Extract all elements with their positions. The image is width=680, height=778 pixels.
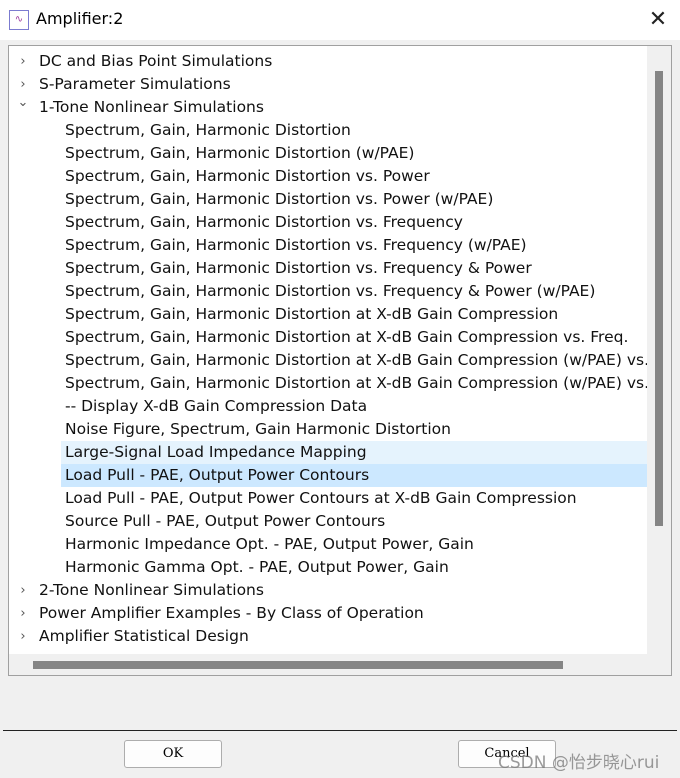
tree-viewport: › DC and Bias Point Simulations › S-Paramet…: [9, 46, 647, 654]
tree-item-label: Amplifier Statistical Design: [39, 627, 249, 645]
tree-item[interactable]: Spectrum, Gain, Harmonic Distortion vs. …: [61, 165, 647, 188]
tree-item-label: Source Pull - PAE, Output Power Contours: [65, 512, 386, 530]
tree-item-label: S-Parameter Simulations: [39, 75, 231, 93]
title-bar: ∿ Amplifier:2 ✕: [0, 0, 680, 40]
chevron-right-icon[interactable]: ›: [17, 579, 29, 602]
tree-item[interactable]: -- Display X-dB Gain Compression Data: [61, 395, 647, 418]
tree-item-label: Spectrum, Gain, Harmonic Distortion vs. …: [65, 259, 532, 277]
tree-item[interactable]: Spectrum, Gain, Harmonic Distortion vs. …: [61, 234, 647, 257]
tree-item[interactable]: Load Pull - PAE, Output Power Contours a…: [61, 487, 647, 510]
tree-item-label: Spectrum, Gain, Harmonic Distortion (w/P…: [65, 144, 415, 162]
tree-item[interactable]: Spectrum, Gain, Harmonic Distortion (w/P…: [61, 142, 647, 165]
ok-button[interactable]: OK: [124, 740, 222, 768]
tree-item[interactable]: Spectrum, Gain, Harmonic Distortion at X…: [61, 349, 647, 372]
tree-item-label: Spectrum, Gain, Harmonic Distortion at X…: [65, 305, 559, 323]
tree-item-label: Spectrum, Gain, Harmonic Distortion vs. …: [65, 213, 463, 231]
tree-item[interactable]: Spectrum, Gain, Harmonic Distortion at X…: [61, 372, 647, 395]
tree-item-label: Harmonic Impedance Opt. - PAE, Output Po…: [65, 535, 474, 553]
tree-item-label: Noise Figure, Spectrum, Gain Harmonic Di…: [65, 420, 451, 438]
tree-item-label: Spectrum, Gain, Harmonic Distortion vs. …: [65, 282, 596, 300]
tree-item[interactable]: › Amplifier Statistical Design: [9, 625, 647, 648]
chevron-right-icon[interactable]: ›: [17, 602, 29, 625]
amplifier-icon: ∿: [9, 10, 29, 30]
chevron-right-icon[interactable]: ›: [17, 50, 29, 73]
tree-item[interactable]: › 2-Tone Nonlinear Simulations: [9, 579, 647, 602]
tree-item-label: Load Pull - PAE, Output Power Contours a…: [65, 489, 577, 507]
tree-item[interactable]: Harmonic Gamma Opt. - PAE, Output Power,…: [61, 556, 647, 579]
tree-item[interactable]: Spectrum, Gain, Harmonic Distortion: [61, 119, 647, 142]
tree-item-label: Spectrum, Gain, Harmonic Distortion at X…: [65, 351, 647, 369]
tree-item[interactable]: Spectrum, Gain, Harmonic Distortion vs. …: [61, 188, 647, 211]
tree-item[interactable]: Spectrum, Gain, Harmonic Distortion vs. …: [61, 211, 647, 234]
tree-item[interactable]: › Power Amplifier Examples - By Class of …: [9, 602, 647, 625]
tree-item[interactable]: Load Pull - PAE, Output Power Contours: [61, 464, 647, 487]
watermark: CSDN @怡步晓心rui: [498, 753, 660, 773]
tree-item[interactable]: Large-Signal Load Impedance Mapping: [61, 441, 647, 464]
tree-item-label: Load Pull - PAE, Output Power Contours: [65, 466, 370, 484]
tree-item[interactable]: › DC and Bias Point Simulations: [9, 50, 647, 73]
tree-item[interactable]: Spectrum, Gain, Harmonic Distortion vs. …: [61, 280, 647, 303]
tree-item-label: Spectrum, Gain, Harmonic Distortion vs. …: [65, 236, 527, 254]
tree-item-label: Harmonic Gamma Opt. - PAE, Output Power,…: [65, 558, 449, 576]
vertical-scrollbar[interactable]: [655, 71, 663, 526]
tree-item-label: -- Display X-dB Gain Compression Data: [65, 397, 368, 415]
tree-item[interactable]: Source Pull - PAE, Output Power Contours: [61, 510, 647, 533]
tree-item-label: Spectrum, Gain, Harmonic Distortion at X…: [65, 328, 629, 346]
tree-item[interactable]: › S-Parameter Simulations: [9, 73, 647, 96]
simulation-tree[interactable]: › DC and Bias Point Simulations › S-Paramet…: [8, 45, 672, 676]
tree-item-label: Spectrum, Gain, Harmonic Distortion: [65, 121, 351, 139]
window-title: Amplifier:2: [36, 9, 124, 28]
tree-item[interactable]: Spectrum, Gain, Harmonic Distortion vs. …: [61, 257, 647, 280]
tree-item-label: DC and Bias Point Simulations: [39, 52, 273, 70]
chevron-right-icon[interactable]: ›: [17, 625, 29, 648]
tree-item-label: Large-Signal Load Impedance Mapping: [65, 443, 367, 461]
tree-item[interactable]: Spectrum, Gain, Harmonic Distortion at X…: [61, 326, 647, 349]
tree-item-label: Spectrum, Gain, Harmonic Distortion vs. …: [65, 190, 494, 208]
separator: [3, 730, 677, 731]
tree-item[interactable]: Harmonic Impedance Opt. - PAE, Output Po…: [61, 533, 647, 556]
tree-item[interactable]: Spectrum, Gain, Harmonic Distortion at X…: [61, 303, 647, 326]
tree-item[interactable]: Noise Figure, Spectrum, Gain Harmonic Di…: [61, 418, 647, 441]
chevron-right-icon[interactable]: ›: [17, 73, 29, 96]
tree-item-label: Spectrum, Gain, Harmonic Distortion at X…: [65, 374, 647, 392]
tree-item-label: Spectrum, Gain, Harmonic Distortion vs. …: [65, 167, 430, 185]
tree-item-label: Power Amplifier Examples - By Class of O…: [39, 604, 424, 622]
chevron-down-icon[interactable]: ⌄: [17, 96, 29, 110]
close-icon[interactable]: ✕: [644, 6, 672, 34]
tree-item-label: 2-Tone Nonlinear Simulations: [39, 581, 264, 599]
horizontal-scrollbar[interactable]: [33, 661, 563, 669]
tree-item-label: 1-Tone Nonlinear Simulations: [39, 98, 264, 116]
tree-item[interactable]: ⌄ 1-Tone Nonlinear Simulations: [9, 96, 647, 119]
